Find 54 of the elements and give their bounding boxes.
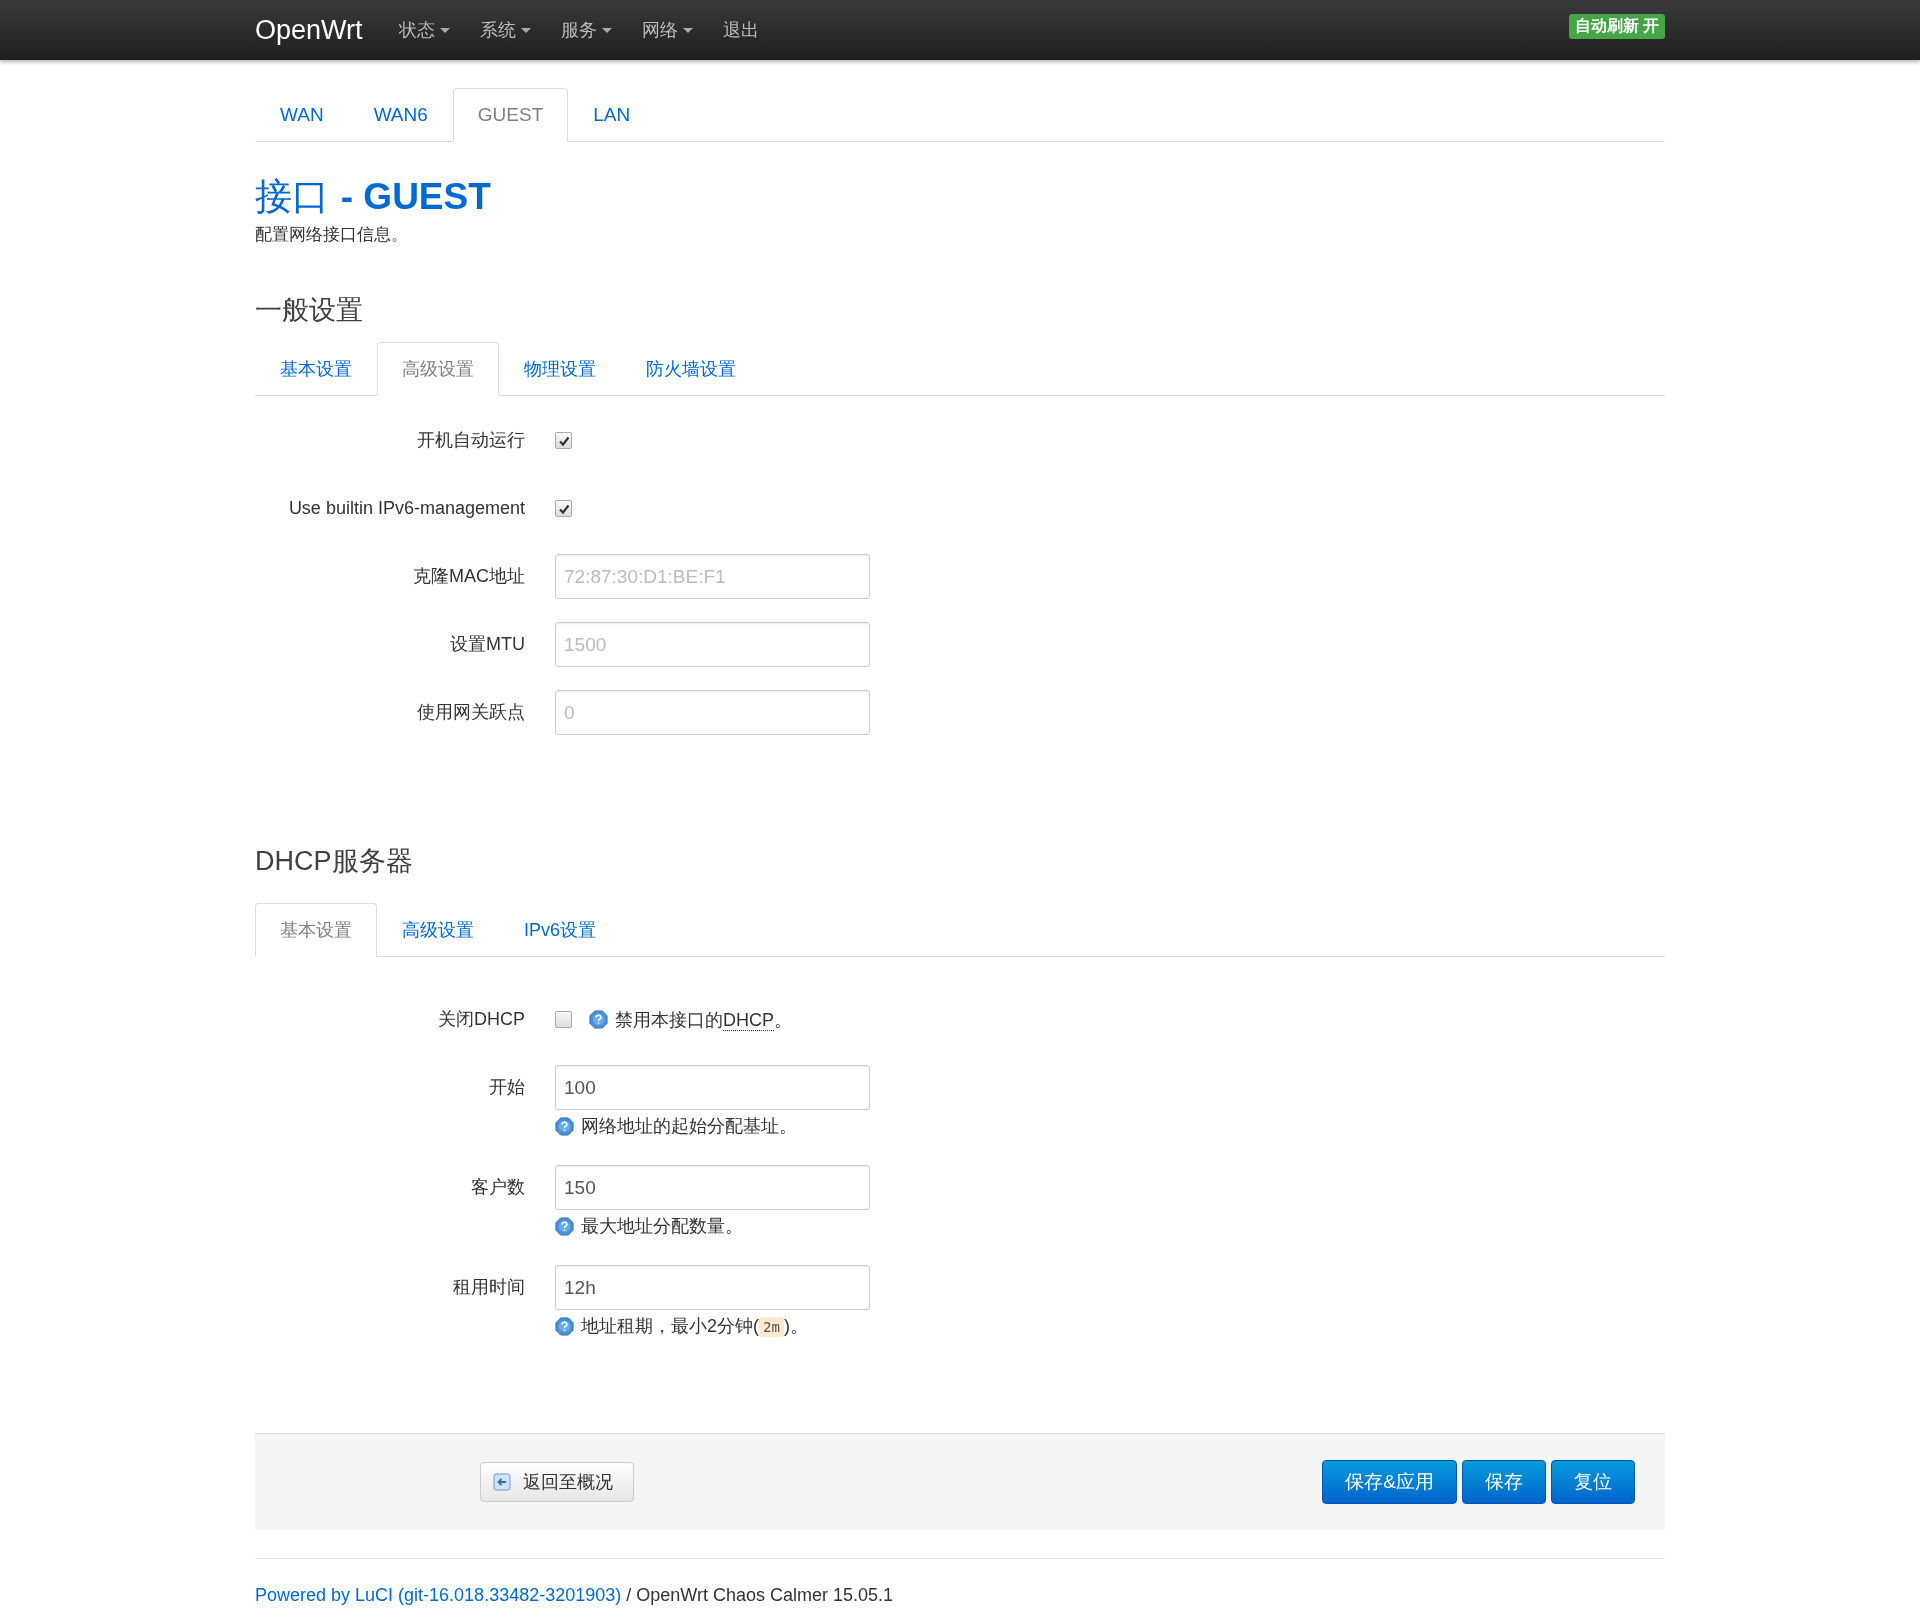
brand-logo[interactable]: OpenWrt	[255, 14, 363, 46]
help-text: 最大地址分配数量。	[581, 1215, 743, 1239]
page-title: 接口 - GUEST	[255, 175, 492, 220]
input-field[interactable]: 72:87:30:D1:BE:F1	[555, 554, 870, 600]
field-label: 关闭DHCP	[437, 1008, 526, 1032]
checkbox[interactable]	[555, 432, 572, 450]
input-field[interactable]: 12h	[555, 1265, 870, 1311]
field-label: 客户数	[470, 1176, 526, 1200]
input-field[interactable]: 150	[555, 1165, 870, 1211]
help-icon	[589, 1010, 608, 1030]
help-text: 网络地址的起始分配基址。	[581, 1115, 797, 1139]
auto-refresh-badge[interactable]: 自动刷新 开	[1568, 13, 1665, 39]
help-icon	[555, 1216, 574, 1236]
field-label: 开机自动运行	[416, 429, 526, 453]
section-tab[interactable]: 高级设置	[377, 342, 499, 397]
section-tab[interactable]: 高级设置	[377, 903, 499, 958]
field-label: Use builtin IPv6-management	[287, 497, 526, 521]
interface-tab[interactable]: WAN	[255, 88, 349, 142]
help-icon	[555, 1316, 574, 1336]
help-icon	[555, 1116, 574, 1136]
interface-tab[interactable]: GUEST	[452, 88, 569, 142]
action-button[interactable]: 保存&应用	[1322, 1460, 1457, 1505]
action-button[interactable]: 复位	[1551, 1460, 1635, 1505]
section-title: DHCP服务器	[255, 845, 414, 879]
section-tab[interactable]: 基本设置	[255, 903, 377, 958]
section-tab[interactable]: 防火墙设置	[621, 342, 761, 397]
field-label: 使用网关跃点	[416, 701, 526, 725]
interface-tab[interactable]: WAN6	[348, 88, 453, 142]
checkbox[interactable]	[555, 1011, 572, 1029]
back-button[interactable]: 返回至概况	[480, 1462, 634, 1503]
page-description: 配置网络接口信息。	[255, 224, 409, 247]
input-field[interactable]: 0	[555, 690, 870, 736]
help-text: 地址租期，最小2分钟( 2m )。	[581, 1315, 808, 1339]
nav-menu[interactable]: 状态	[398, 18, 450, 42]
field-label: 开始	[488, 1076, 526, 1100]
field-label: 租用时间	[452, 1276, 526, 1300]
field-label: 设置MTU	[449, 633, 526, 657]
interface-tab[interactable]: LAN	[568, 88, 656, 142]
nav-menu[interactable]: 服务	[560, 18, 612, 42]
footer-link[interactable]: Powered by LuCI (git-16.018.33482-3201903)	[255, 1585, 622, 1606]
nav-menu[interactable]: 网络	[641, 18, 693, 42]
help-text: 禁用本接口的DHCP。	[615, 1008, 792, 1032]
input-field[interactable]: 1500	[555, 622, 870, 668]
section-tab[interactable]: 基本设置	[255, 342, 377, 397]
section-tab[interactable]: IPv6设置	[499, 903, 622, 958]
nav-menu[interactable]: 退出	[722, 18, 759, 42]
action-button[interactable]: 保存	[1462, 1460, 1546, 1505]
section-title: 一般设置	[255, 293, 364, 328]
section-tab[interactable]: 物理设置	[499, 342, 621, 397]
footer-text: / OpenWrt Chaos Calmer 15.05.1	[626, 1585, 894, 1606]
input-field[interactable]: 100	[555, 1065, 870, 1111]
nav-menu[interactable]: 系统	[479, 18, 531, 42]
checkbox[interactable]	[555, 500, 572, 518]
field-label: 克隆MAC地址	[412, 565, 526, 589]
